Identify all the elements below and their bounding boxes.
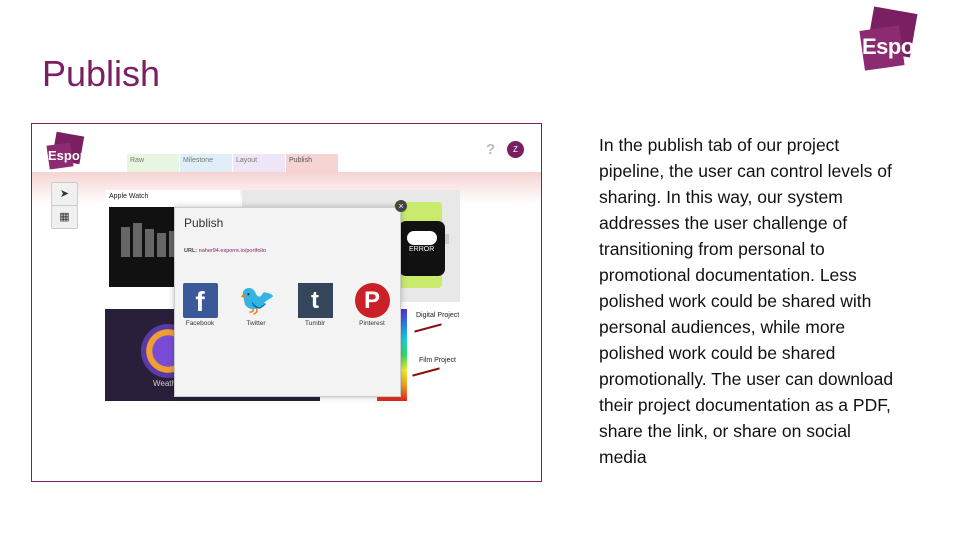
- annotation-film-project: Film Project: [419, 357, 456, 364]
- tab-layout[interactable]: Layout: [233, 154, 285, 172]
- publish-url[interactable]: URL: naher94.esporre.io/portfolio: [184, 248, 266, 254]
- help-icon[interactable]: ?: [486, 141, 495, 158]
- esporre-logo: Esporre: [859, 6, 955, 71]
- twitter-label: Twitter: [246, 320, 266, 327]
- tumblr-icon: t: [297, 283, 333, 318]
- share-tumblr-button[interactable]: t Tumblr: [296, 283, 334, 327]
- tumblr-label: Tumblr: [305, 320, 325, 327]
- arrow-digital: [414, 323, 442, 333]
- publish-dialog-title: Publish: [184, 216, 224, 230]
- tab-raw[interactable]: Raw: [127, 154, 179, 172]
- url-value[interactable]: naher94.esporre.io/portfolio: [199, 248, 266, 254]
- pinterest-label: Pinterest: [359, 320, 385, 327]
- avatar[interactable]: Z: [507, 141, 524, 158]
- layout-grid-icon[interactable]: ▦: [51, 205, 78, 229]
- tab-publish[interactable]: Publish: [286, 154, 338, 172]
- weather-card-label: Weath: [153, 379, 176, 388]
- app-logo[interactable]: Esporre: [46, 131, 104, 172]
- facebook-icon: f: [182, 283, 218, 318]
- send-icon[interactable]: ➤: [51, 182, 78, 206]
- pipeline-tabs: Raw Milestone Layout Publish: [127, 154, 339, 172]
- close-icon[interactable]: ×: [395, 200, 407, 212]
- url-label: URL:: [184, 248, 198, 254]
- share-twitter-button[interactable]: 🐦 Twitter: [237, 283, 276, 327]
- arrow-film: [412, 367, 440, 377]
- watch-crown: [445, 234, 449, 244]
- app-screenshot: Esporre Raw Milestone Layout Publish ? Z…: [31, 123, 542, 482]
- slide-title: Publish: [42, 53, 161, 94]
- cloud-icon: [407, 231, 437, 245]
- slide-body-text: In the publish tab of our project pipeli…: [599, 135, 894, 467]
- facebook-label: Facebook: [185, 320, 215, 327]
- app-logo-text: Esporre: [48, 148, 98, 163]
- share-facebook-button[interactable]: f Facebook: [181, 283, 219, 327]
- watch-error-text: ERROR: [409, 246, 435, 253]
- twitter-icon: 🐦: [238, 284, 276, 317]
- annotation-digital-project: Digital Project: [416, 312, 460, 319]
- tab-milestone[interactable]: Milestone: [180, 154, 232, 172]
- weather-card-title: Apple Watch: [109, 193, 149, 200]
- apple-watch-image: ERROR: [399, 221, 445, 276]
- logo-text: Esporre: [862, 34, 942, 59]
- pinterest-icon: P: [354, 283, 390, 318]
- share-pinterest-button[interactable]: P Pinterest: [353, 283, 391, 327]
